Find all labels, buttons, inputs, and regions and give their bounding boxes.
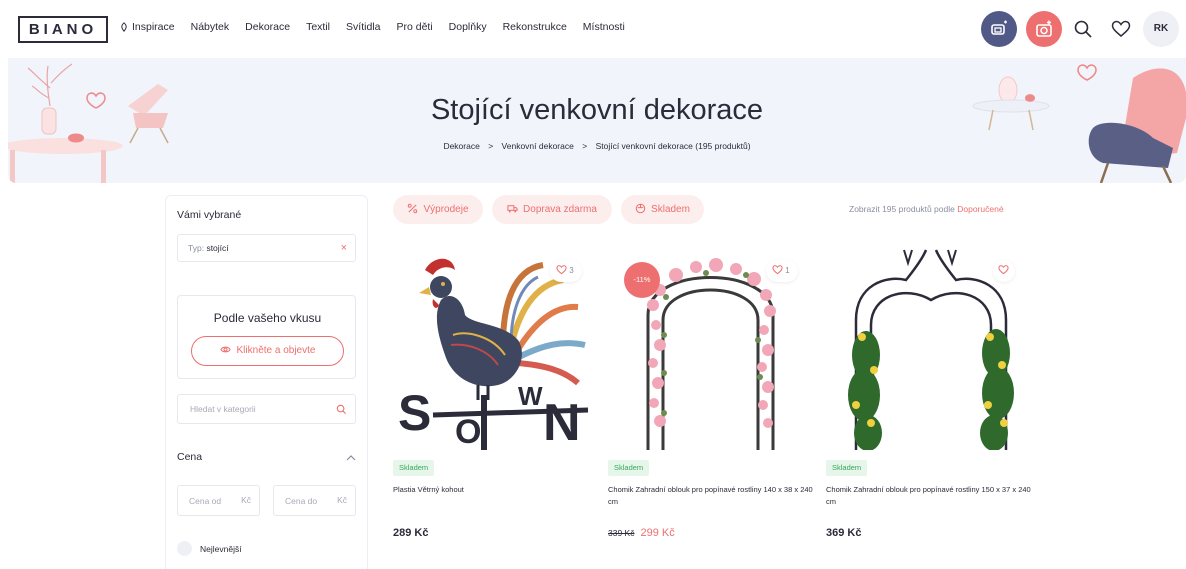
search-icon[interactable] bbox=[336, 404, 347, 415]
svg-text:O: O bbox=[455, 413, 481, 450]
heart-icon bbox=[772, 265, 783, 275]
price-to-field[interactable]: Kč bbox=[273, 485, 356, 516]
biano-logo[interactable]: BIANO bbox=[18, 16, 108, 43]
filter-sale-button[interactable]: Výprodeje bbox=[393, 195, 483, 224]
breadcrumb: Dekorace > Venkovní dekorace > Stojící v… bbox=[8, 141, 1186, 151]
sort-option-cheapest[interactable]: Nejlevnější bbox=[177, 541, 242, 556]
product-name[interactable]: Chomik Zahradní oblouk pro popínavé rost… bbox=[608, 484, 818, 508]
chevron-up-icon[interactable] bbox=[345, 452, 357, 464]
sort-option-label: Nejlevnější bbox=[200, 544, 242, 554]
filter-free-shipping-button[interactable]: Doprava zdarma bbox=[492, 195, 612, 224]
discover-button[interactable]: Klikněte a objevte bbox=[191, 336, 344, 366]
category-search-input[interactable] bbox=[178, 395, 318, 423]
product-name[interactable]: Chomik Zahradní oblouk pro popínavé rost… bbox=[826, 484, 1036, 508]
svg-text:S: S bbox=[398, 385, 431, 441]
category-hero: Stojící venkovní dekorace Dekorace > Ven… bbox=[8, 58, 1186, 183]
product-card[interactable]: S O W N 3 Skladem Plastia Větrný kohout … bbox=[393, 245, 603, 569]
favorite-count: 3 bbox=[569, 266, 574, 275]
breadcrumb-item[interactable]: Venkovní dekorace bbox=[502, 141, 574, 151]
filter-in-stock-label: Skladem bbox=[651, 204, 690, 215]
taste-box: Podle vašeho vkusu Klikněte a objevte bbox=[177, 295, 356, 379]
stock-badge: Skladem bbox=[826, 460, 868, 476]
nav-item-svitidla[interactable]: Svítidla bbox=[346, 21, 380, 33]
discount-badge: -11% bbox=[624, 262, 660, 298]
heart-icon bbox=[556, 265, 567, 275]
price-from-input[interactable] bbox=[178, 486, 233, 515]
product-card[interactable]: Skladem Chomik Zahradní oblouk pro popín… bbox=[826, 245, 1036, 569]
currency-label: Kč bbox=[241, 495, 251, 505]
category-search[interactable] bbox=[177, 394, 356, 424]
nav-item-label: Inspirace bbox=[132, 21, 175, 33]
stock-badge: Skladem bbox=[608, 460, 650, 476]
nav-item-mistnosti[interactable]: Místnosti bbox=[583, 21, 625, 33]
truck-icon bbox=[507, 205, 518, 213]
sort-info-prefix: Zobrazit 195 produktů podle bbox=[849, 204, 955, 214]
taste-title: Podle vašeho vkusu bbox=[213, 311, 322, 325]
stock-badge: Skladem bbox=[393, 460, 435, 476]
filter-free-shipping-label: Doprava zdarma bbox=[523, 204, 597, 215]
product-price: 369 Kč bbox=[826, 527, 862, 539]
nav-item-doplnky[interactable]: Doplňky bbox=[449, 21, 487, 33]
nav-item-dekorace[interactable]: Dekorace bbox=[245, 21, 290, 33]
main-nav: Inspirace Nábytek Dekorace Textil Svítid… bbox=[119, 21, 641, 33]
user-avatar[interactable]: RK bbox=[1143, 11, 1179, 47]
active-filter-chip[interactable]: Typ: stojící × bbox=[177, 234, 356, 262]
chip-label: Typ: bbox=[188, 243, 205, 253]
price-filter-header[interactable]: Cena bbox=[177, 451, 357, 463]
nav-item-rekonstrukce[interactable]: Rekonstrukce bbox=[503, 21, 567, 33]
filter-sale-label: Výprodeje bbox=[423, 204, 469, 215]
favorite-button[interactable] bbox=[993, 260, 1015, 282]
page-title: Stojící venkovní dekorace bbox=[430, 94, 764, 126]
eye-icon bbox=[219, 346, 231, 353]
discover-button-label: Klikněte a objevte bbox=[236, 345, 316, 356]
room-planner-button[interactable] bbox=[981, 11, 1017, 47]
inspiration-icon bbox=[121, 22, 127, 32]
close-icon[interactable]: × bbox=[341, 235, 347, 261]
favorite-count: 1 bbox=[785, 266, 790, 275]
photo-search-icon bbox=[1036, 20, 1052, 37]
product-card[interactable]: -11% 1 Skladem Chomik Zahradní oblouk pr… bbox=[608, 245, 818, 569]
favorite-button[interactable]: 3 bbox=[550, 260, 582, 282]
photo-search-button[interactable] bbox=[1026, 11, 1062, 47]
breadcrumb-item[interactable]: Dekorace bbox=[443, 141, 479, 151]
product-name[interactable]: Plastia Větrný kohout bbox=[393, 484, 603, 496]
svg-text:W: W bbox=[518, 381, 543, 411]
nav-item-textil[interactable]: Textil bbox=[306, 21, 330, 33]
search-icon[interactable] bbox=[1073, 19, 1093, 39]
favorite-button[interactable]: 1 bbox=[766, 260, 798, 282]
breadcrumb-separator: > bbox=[582, 141, 588, 151]
top-header: BIANO Inspirace Nábytek Dekorace Textil … bbox=[0, 0, 1186, 58]
breadcrumb-current: Stojící venkovní dekorace (195 produktů) bbox=[595, 141, 751, 151]
filter-in-stock-button[interactable]: Skladem bbox=[621, 195, 704, 224]
radio-button[interactable] bbox=[177, 541, 192, 556]
price-filter-title: Cena bbox=[177, 451, 203, 463]
sort-info: Zobrazit 195 produktů podle Doporučené bbox=[849, 204, 1004, 214]
selected-filters-title: Vámi vybrané bbox=[177, 209, 242, 221]
nav-item-nabytek[interactable]: Nábytek bbox=[191, 21, 230, 33]
box-icon bbox=[635, 203, 646, 214]
nav-item-inspirace[interactable]: Inspirace bbox=[119, 21, 175, 33]
breadcrumb-separator: > bbox=[488, 141, 494, 151]
room-planner-icon bbox=[991, 20, 1007, 35]
product-price: 289 Kč bbox=[393, 527, 429, 539]
nav-item-pro-deti[interactable]: Pro děti bbox=[396, 21, 432, 33]
filter-sidebar: Vámi vybrané Typ: stojící × Podle vašeho… bbox=[165, 195, 368, 569]
sale-price: 299 Kč bbox=[640, 527, 675, 539]
percent-icon bbox=[408, 203, 418, 214]
currency-label: Kč bbox=[337, 495, 347, 505]
svg-text:N: N bbox=[543, 394, 581, 450]
price-to-input[interactable] bbox=[274, 486, 329, 515]
heart-icon bbox=[998, 265, 1009, 275]
heart-icon[interactable] bbox=[1111, 19, 1131, 39]
product-price: 339 Kč 299 Kč bbox=[608, 527, 675, 539]
chip-value: stojící bbox=[206, 243, 229, 253]
price-from-field[interactable]: Kč bbox=[177, 485, 260, 516]
sort-dropdown[interactable]: Doporučené bbox=[957, 204, 1003, 214]
old-price: 339 Kč bbox=[608, 528, 635, 538]
